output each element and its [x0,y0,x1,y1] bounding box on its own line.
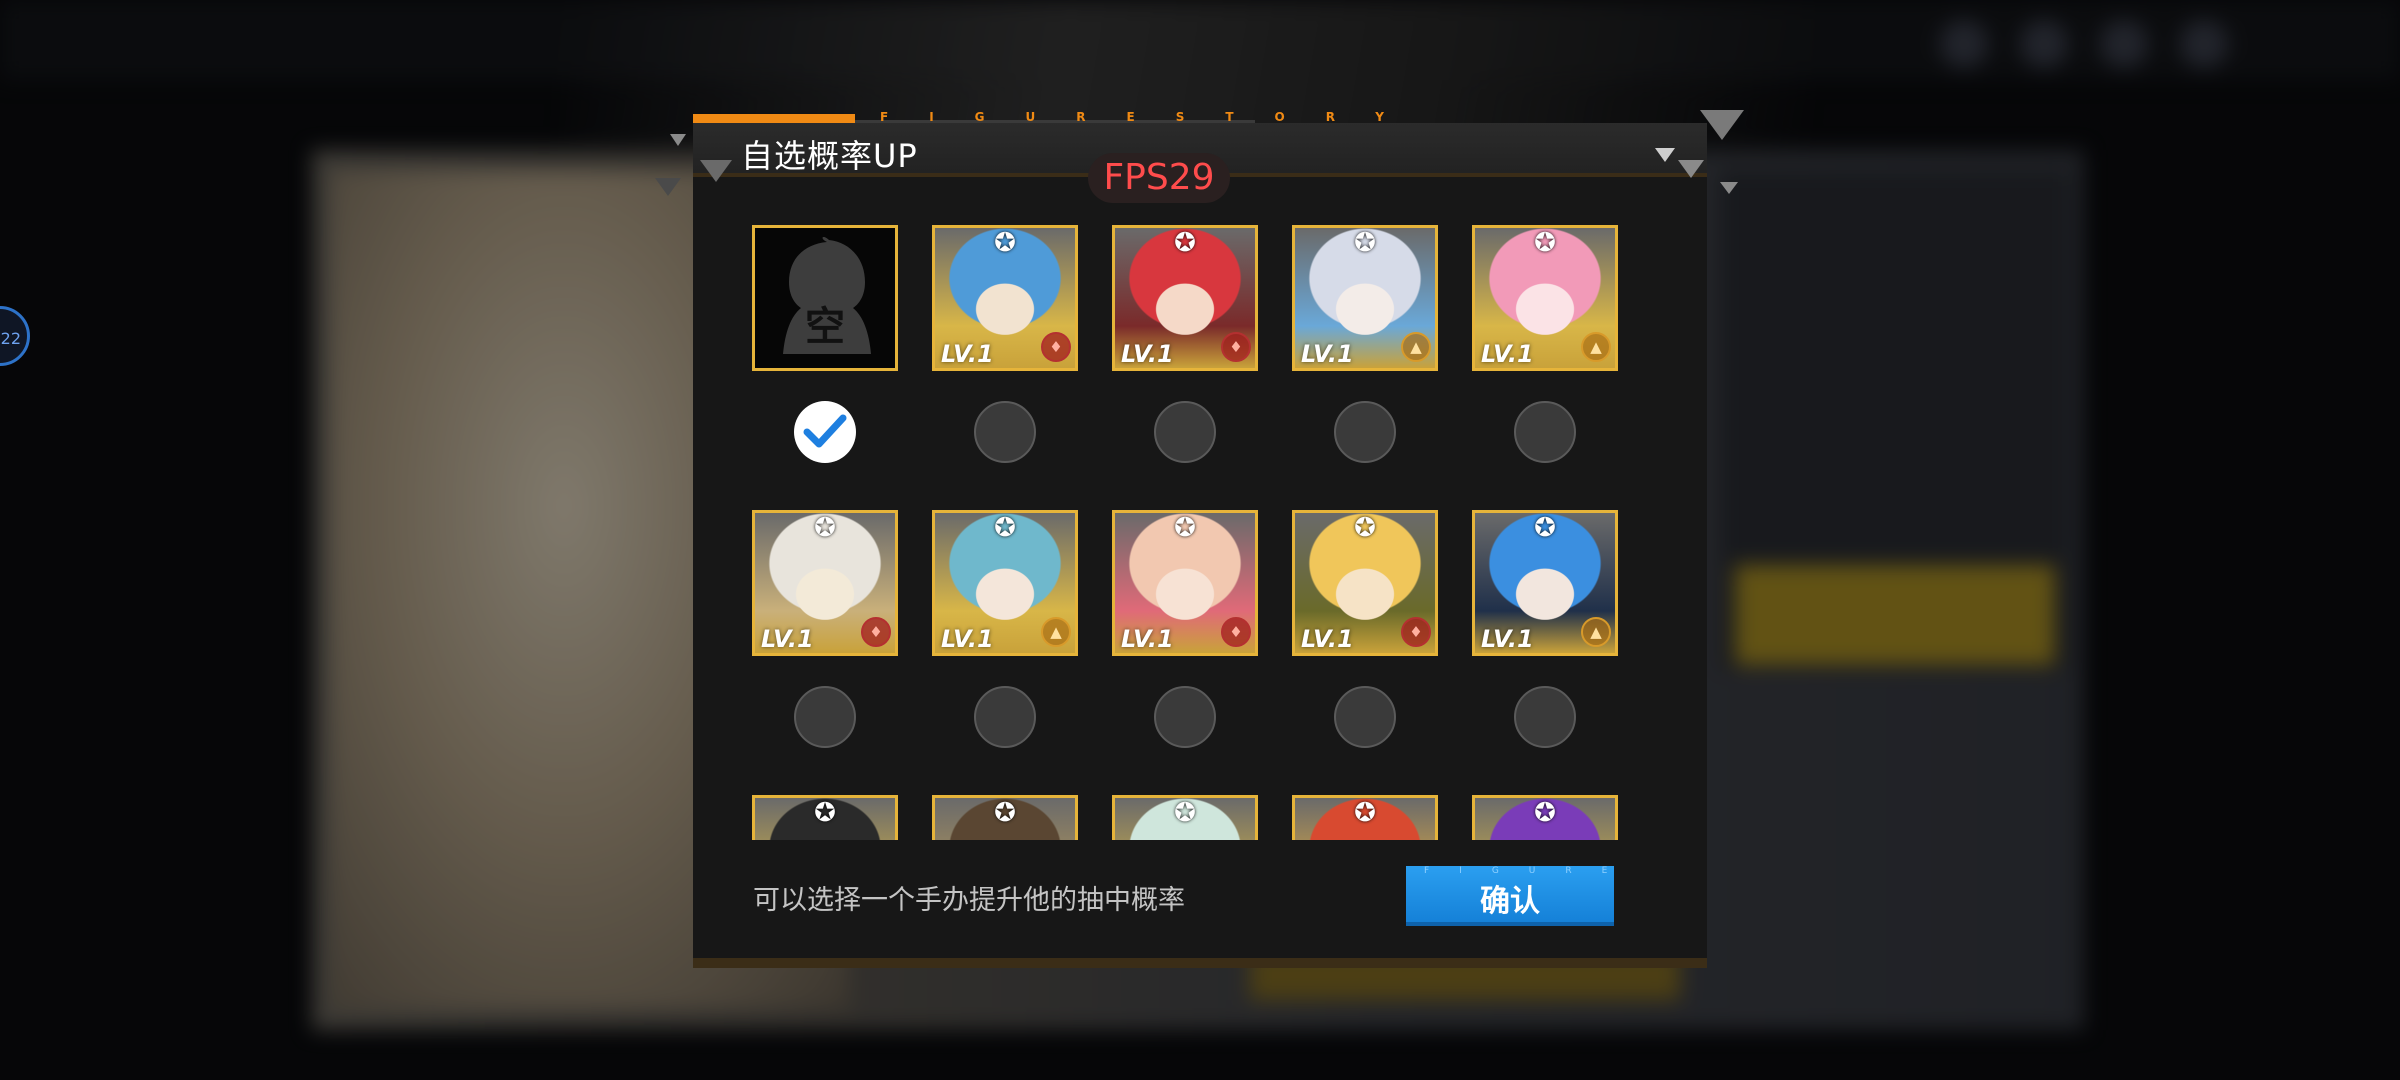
fire-element-icon: ♦ [1221,617,1251,647]
figure-card[interactable]: ✪ LV.1 ♦ [752,510,898,656]
radio-button[interactable] [1514,686,1576,748]
rarity-star-icon: ✪ [1534,798,1556,828]
corner-triangle-icon [1700,110,1744,140]
figure-card[interactable]: ✪ LV.1 ▲ [1472,510,1618,656]
rarity-star-icon: ✪ [1174,513,1196,543]
figure-card[interactable]: ✪ LV.1 ♦ [932,225,1078,371]
figure-card[interactable]: ✪ LV.1 ♦ [1292,510,1438,656]
radio-button[interactable] [974,686,1036,748]
corner-triangle-icon [1678,160,1704,178]
selected-radio-button[interactable] [794,401,856,463]
fire-element-icon: ♦ [1401,617,1431,647]
rarity-star-icon: ✪ [1534,228,1556,258]
checkmark-icon [803,414,847,448]
dialog-hint: 可以选择一个手办提升他的抽中概率 [753,885,1185,916]
rarity-star-icon: ✪ [814,798,836,828]
figure-card[interactable]: ✪LV.1♦ [752,795,898,840]
rarity-star-icon: ✪ [1534,513,1556,543]
dialog-title: 自选概率UP [741,137,918,175]
figure-level: LV.1 [1301,625,1354,653]
rarity-star-icon: ✪ [1174,228,1196,258]
figure-card[interactable]: ✪ LV.1 ▲ [932,510,1078,656]
confirm-button-watermark: FIGURE [1424,866,1638,876]
radio-button[interactable] [1154,401,1216,463]
earth-element-icon: ▲ [1401,332,1431,362]
corner-triangle-icon [655,178,681,196]
radio-button[interactable] [974,401,1036,463]
empty-card-label: 空 [805,304,845,350]
figure-card[interactable]: ✪LV.1▲ [1112,795,1258,840]
figure-card[interactable]: ✪LV.1♦ [1292,795,1438,840]
fire-element-icon: ♦ [861,617,891,647]
figure-card[interactable]: ✪ LV.1 ♦ [1112,225,1258,371]
figure-card[interactable]: ✪ LV.1 ▲ [1472,225,1618,371]
radio-button[interactable] [1154,686,1216,748]
radio-button[interactable] [1334,401,1396,463]
radio-button[interactable] [1514,401,1576,463]
rarity-star-icon: ✪ [994,798,1016,828]
fire-element-icon: ♦ [1041,332,1071,362]
figure-card[interactable]: ✪ LV.1 ▲ [1292,225,1438,371]
figure-level: LV.1 [1121,340,1174,368]
radio-button[interactable] [794,686,856,748]
confirm-button-label: 确认 [1480,884,1540,919]
figure-level: LV.1 [761,625,814,653]
dialog-bottom-edge [693,958,1707,968]
corner-triangle-icon [1720,182,1738,194]
earth-element-icon: ▲ [1581,617,1611,647]
rarity-star-icon: ✪ [1174,798,1196,828]
corner-triangle-icon [670,134,686,146]
dialog-tab-text: FIGURESTORY [880,110,1425,124]
figure-level: LV.1 [1481,625,1534,653]
figure-option-grid[interactable]: 空 ✪ LV.1 ♦ ✪ LV.1 ♦ ✪ LV.1 ▲ ✪ LV.1 ▲ ✪ LV.1 ♦ ✪ LV.1 ▲ ✪ LV… [752,225,1622,840]
rarity-star-icon: ✪ [1354,513,1376,543]
confirm-button[interactable]: FIGURE 确认 [1406,866,1614,926]
radio-button[interactable] [1334,686,1396,748]
corner-triangle-icon [1655,148,1675,162]
rarity-star-icon: ✪ [994,513,1016,543]
figure-level: LV.1 [1481,340,1534,368]
rarity-star-icon: ✪ [1354,798,1376,828]
earth-element-icon: ▲ [1041,617,1071,647]
empty-figure-card[interactable]: 空 [752,225,898,371]
figure-level: LV.1 [1121,625,1174,653]
figure-card[interactable]: ✪ LV.1 ♦ [1112,510,1258,656]
corner-triangle-icon [700,160,732,182]
rarity-star-icon: ✪ [994,228,1016,258]
figure-level: LV.1 [941,340,994,368]
dialog-tab-accent [693,114,855,123]
figure-card[interactable]: ✪LV.1♦ [932,795,1078,840]
earth-element-icon: ▲ [1581,332,1611,362]
figure-card[interactable]: ✪LV.1▲ [1472,795,1618,840]
rarity-star-icon: ✪ [814,513,836,543]
fire-element-icon: ♦ [1221,332,1251,362]
figure-level: LV.1 [941,625,994,653]
rarity-star-icon: ✪ [1354,228,1376,258]
figure-level: LV.1 [1301,340,1354,368]
fps-counter: FPS29 [1088,153,1230,203]
side-badge-text: 22 [0,329,21,348]
